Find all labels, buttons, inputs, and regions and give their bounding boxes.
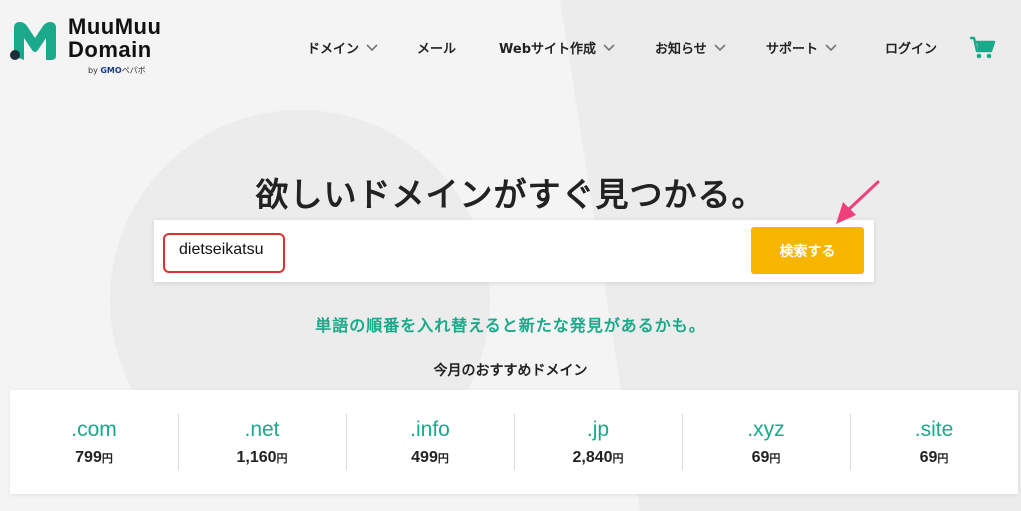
nav-item-label: ドメイン	[307, 42, 360, 57]
domain-card-site[interactable]: .site 69円	[850, 390, 1018, 494]
price-value: 2,840	[572, 449, 613, 466]
nav-item-website[interactable]: Webサイト作成	[499, 38, 616, 57]
chevron-down-icon	[714, 43, 726, 51]
chevron-down-icon	[825, 43, 837, 51]
annotation-arrow-icon	[836, 180, 880, 224]
logo-by-text: by	[88, 66, 98, 75]
price-unit: 円	[769, 452, 781, 465]
domain-card-com[interactable]: .com 799円	[10, 390, 178, 494]
nav-item-label: ログイン	[885, 42, 938, 57]
main-nav: ドメイン メール Webサイト作成 お知らせ サポート ログイン	[0, 38, 1021, 58]
price-value: 499	[411, 449, 438, 466]
cart-icon[interactable]	[969, 36, 997, 60]
price-unit: 円	[937, 452, 949, 465]
recommend-title: 今月のおすすめドメイン	[433, 363, 588, 379]
logo-byline: by GMOペパボ	[88, 65, 146, 76]
domain-price: 2,840円	[514, 449, 682, 467]
recommended-domains: .com 799円 .net 1,160円 .info 499円 .jp 2,8…	[10, 390, 1018, 494]
nav-item-domain[interactable]: ドメイン	[307, 38, 379, 57]
domain-search-input[interactable]	[164, 229, 724, 271]
nav-item-login[interactable]: ログイン	[885, 38, 937, 57]
chevron-down-icon	[603, 43, 615, 51]
price-value: 69	[751, 449, 770, 466]
price-unit: 円	[101, 452, 113, 465]
price-unit: 円	[612, 452, 624, 465]
search-tip: 単語の順番を入れ替えると新たな発見があるかも。	[315, 316, 706, 335]
domain-tld: .net	[244, 418, 280, 441]
domain-price: 69円	[850, 449, 1018, 467]
nav-item-support[interactable]: サポート	[766, 38, 838, 57]
price-unit: 円	[276, 452, 288, 465]
nav-item-label: Webサイト作成	[499, 42, 596, 57]
price-value: 799	[75, 449, 102, 466]
domain-search-form: 検索する	[154, 220, 874, 282]
domain-tld: .com	[71, 418, 117, 441]
nav-item-news[interactable]: お知らせ	[655, 38, 727, 57]
logo-text-muumuu: MuuMuu	[68, 14, 162, 39]
domain-tld: .info	[410, 418, 450, 441]
domain-price: 1,160円	[178, 449, 346, 467]
domain-price: 499円	[346, 449, 514, 467]
domain-price: 69円	[682, 449, 850, 467]
logo-pepabo-text: ペパボ	[121, 66, 146, 75]
domain-card-xyz[interactable]: .xyz 69円	[682, 390, 850, 494]
domain-card-net[interactable]: .net 1,160円	[178, 390, 346, 494]
domain-card-jp[interactable]: .jp 2,840円	[514, 390, 682, 494]
nav-item-mail[interactable]: メール	[417, 38, 456, 57]
nav-item-label: お知らせ	[655, 42, 707, 57]
domain-tld: .xyz	[747, 418, 785, 441]
domain-card-info[interactable]: .info 499円	[346, 390, 514, 494]
nav-item-label: メール	[417, 42, 457, 57]
price-value: 1,160	[236, 449, 277, 466]
site-header: MuuMuu Domain by GMOペパボ ドメイン メール Webサイト作…	[0, 0, 1021, 100]
domain-tld: .site	[914, 418, 954, 441]
logo-gmo-text: GMO	[100, 66, 122, 75]
price-value: 69	[919, 449, 938, 466]
chevron-down-icon	[366, 43, 378, 51]
nav-item-label: サポート	[766, 42, 819, 57]
search-button[interactable]: 検索する	[751, 227, 864, 274]
domain-tld: .jp	[586, 418, 610, 441]
price-unit: 円	[437, 452, 449, 465]
domain-price: 799円	[10, 449, 178, 467]
